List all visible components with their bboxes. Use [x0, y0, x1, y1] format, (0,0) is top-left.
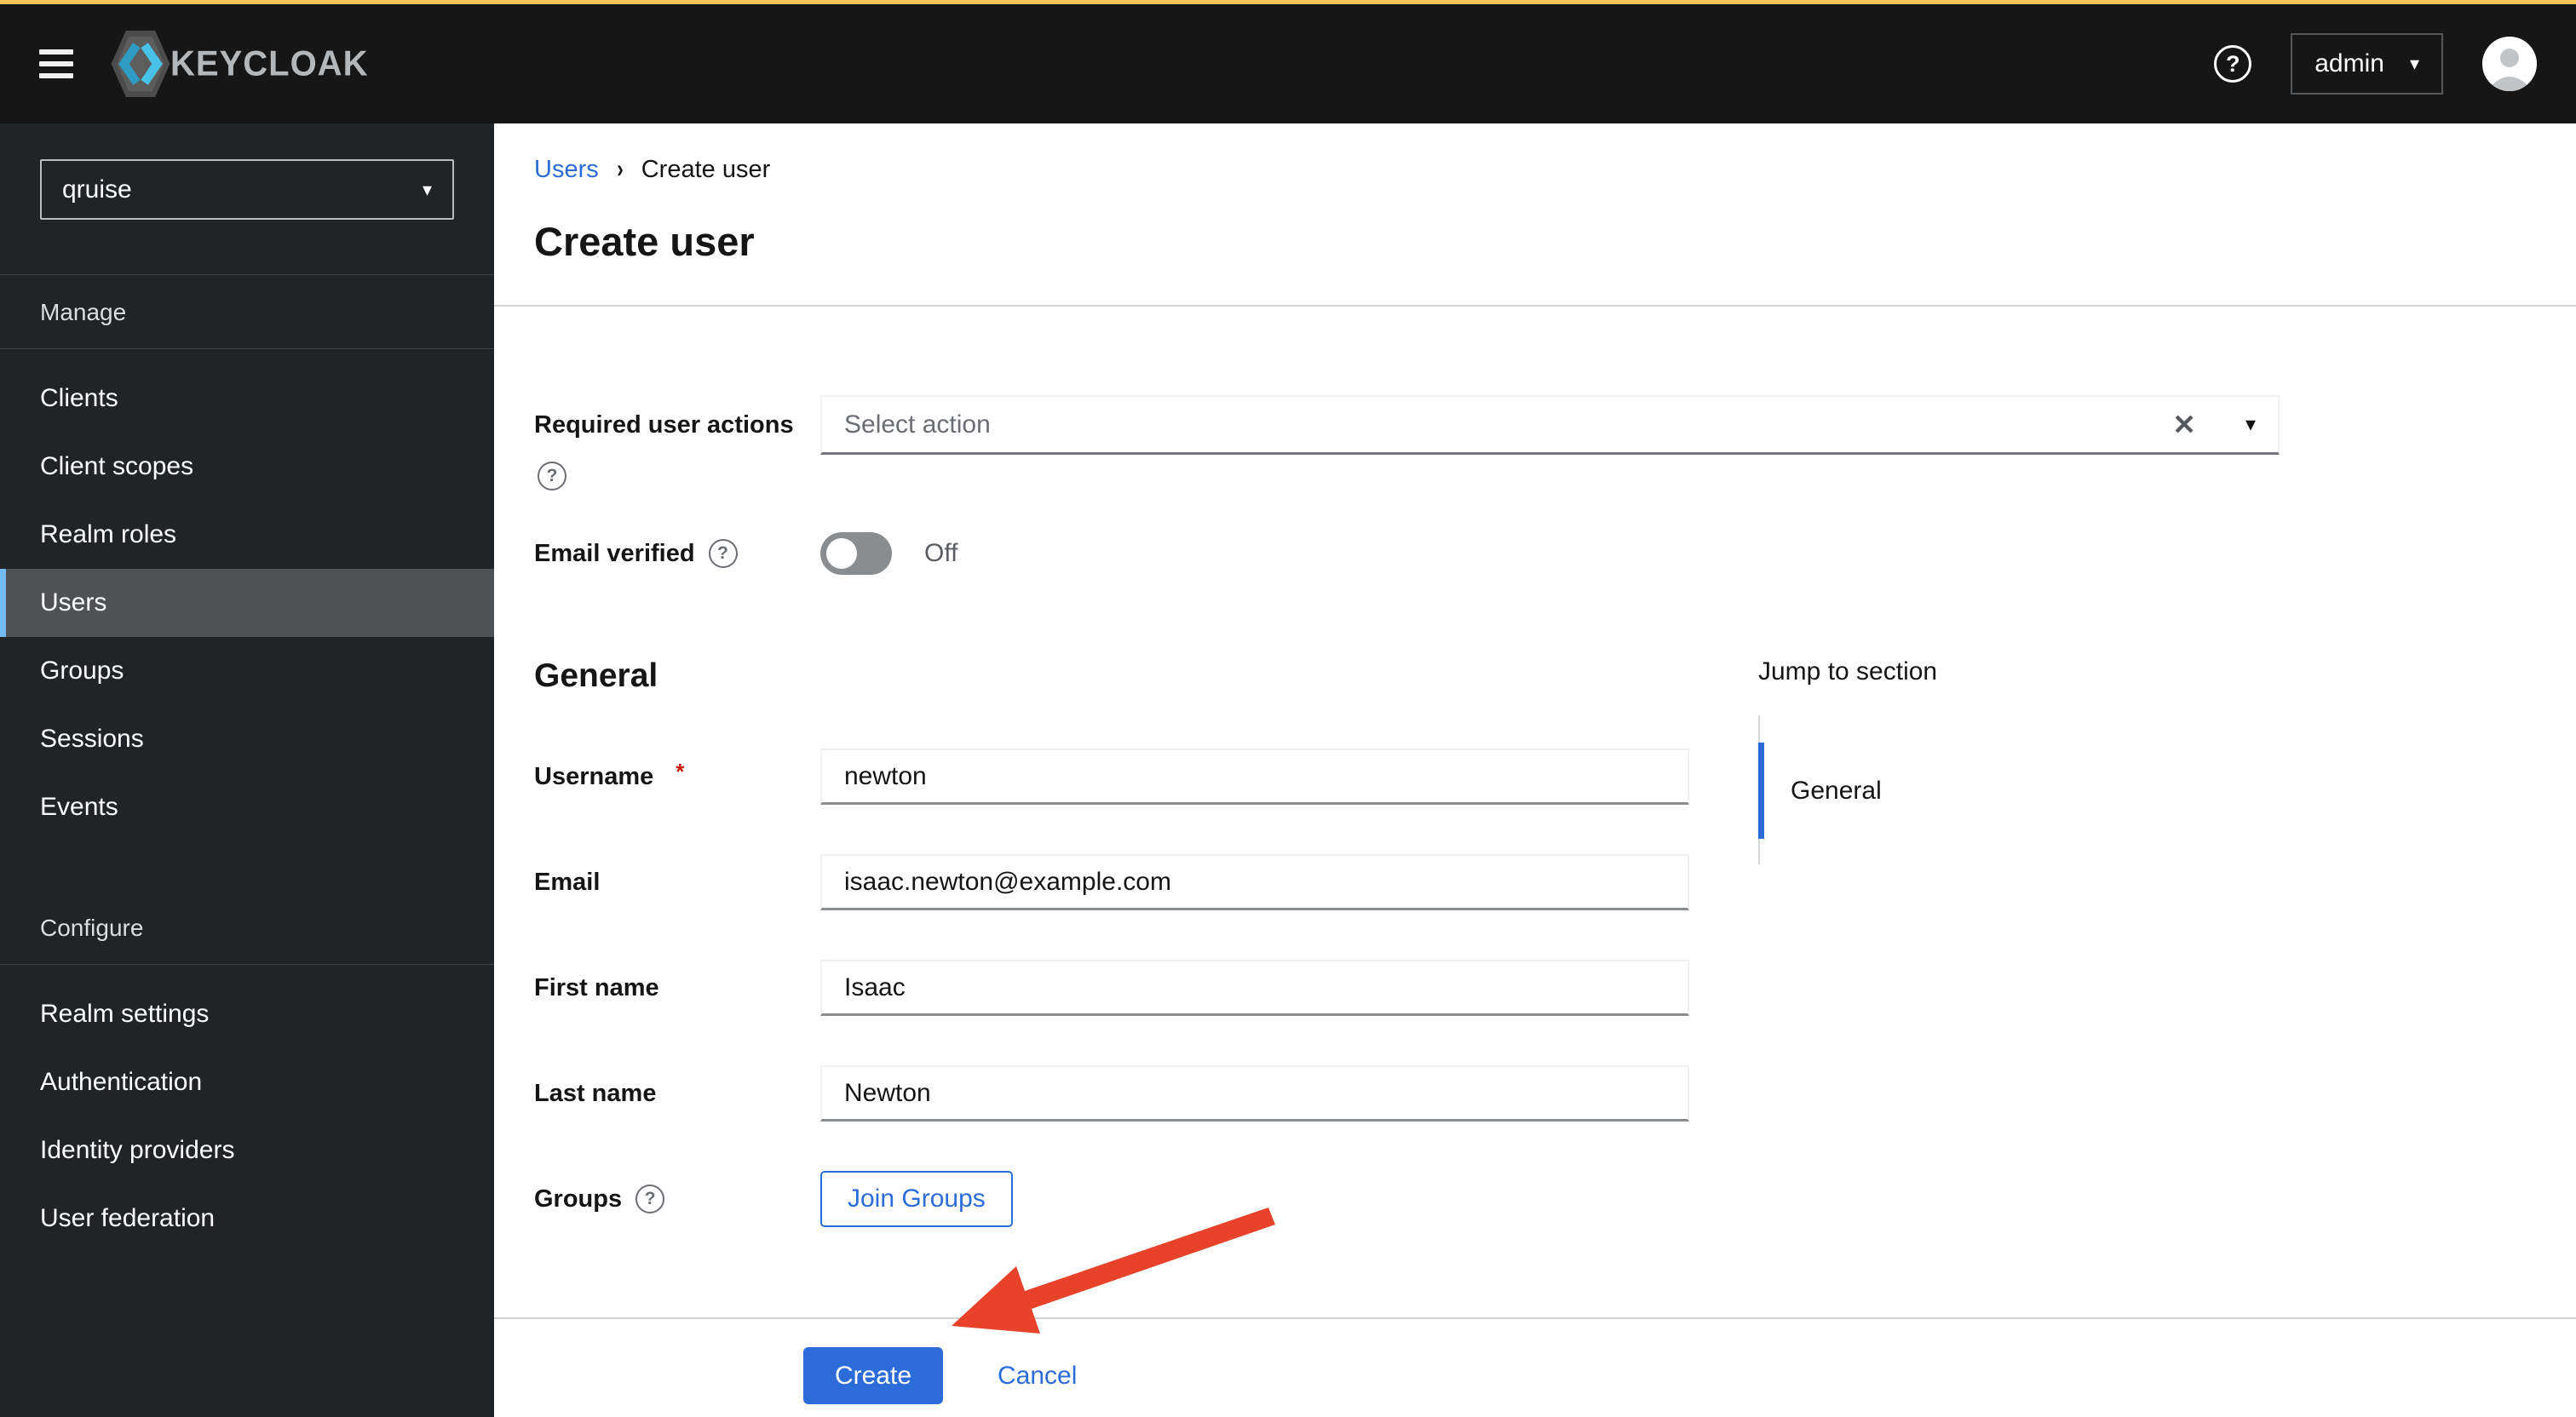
sidebar-item-client-scopes[interactable]: Client scopes [0, 433, 494, 501]
form-actions: Create Cancel [803, 1347, 2576, 1404]
brand-title: KEYCLOAK [170, 43, 369, 83]
breadcrumb: Users › Create user [534, 155, 2576, 184]
jump-item-general[interactable]: General [1758, 743, 1937, 839]
main-content: Users › Create user Create user Required… [494, 123, 2576, 1417]
first-name-label-block: First name [534, 960, 820, 1016]
title-divider [494, 305, 2576, 307]
username-input[interactable] [820, 749, 1689, 805]
email-verified-label: Email verified [534, 539, 695, 567]
nav-section-manage: Manage [40, 299, 127, 325]
join-groups-button[interactable]: Join Groups [820, 1171, 1013, 1227]
email-verified-toggle[interactable] [820, 532, 892, 575]
select-placeholder: Select action [844, 410, 991, 439]
email-input[interactable] [820, 854, 1689, 910]
actions-divider [494, 1317, 2576, 1319]
create-user-form: Required user actions ? Select action ✕ … [534, 395, 2576, 1227]
keycloak-logo: KEYCLOAK [111, 31, 368, 97]
last-name-input[interactable] [820, 1065, 1689, 1122]
cancel-link[interactable]: Cancel [998, 1362, 1077, 1391]
sidebar-item-user-federation[interactable]: User federation [0, 1185, 494, 1253]
sidebar-item-realm-roles[interactable]: Realm roles [0, 501, 494, 569]
chevron-down-icon[interactable]: ▾ [2245, 412, 2256, 437]
keycloak-admin-console: KEYCLOAK ? admin ▾ qruise ▾ Manage Clien… [0, 0, 2576, 1417]
groups-label-block: Groups ? [534, 1171, 820, 1227]
nav-manage-list: Clients Client scopes Realm roles Users … [0, 349, 494, 841]
sidebar-item-groups[interactable]: Groups [0, 637, 494, 705]
groups-row: Groups ? Join Groups [534, 1171, 2576, 1227]
keycloak-logo-icon [111, 31, 170, 97]
email-label-block: Email [534, 854, 820, 910]
jump-to-section-title: Jump to section [1758, 657, 1938, 686]
sidebar-item-sessions[interactable]: Sessions [0, 705, 494, 773]
last-name-label-block: Last name [534, 1065, 820, 1122]
first-name-label: First name [534, 973, 659, 1001]
sidebar: qruise ▾ Manage Clients Client scopes Re… [0, 123, 494, 1417]
breadcrumb-current: Create user [641, 155, 771, 183]
sidebar-item-users[interactable]: Users [0, 569, 494, 637]
user-dropdown-label: admin [2314, 49, 2384, 77]
chevron-down-icon: ▾ [422, 178, 432, 200]
required-user-actions-label-block: Required user actions ? [534, 395, 820, 490]
last-name-row: Last name [534, 1065, 2576, 1122]
chevron-right-icon: › [616, 155, 624, 183]
help-question-icon[interactable]: ? [635, 1185, 665, 1213]
help-icon[interactable]: ? [2214, 45, 2252, 83]
jump-to-section: Jump to section General [1758, 657, 1938, 864]
nav-configure-list: Realm settings Authentication Identity p… [0, 965, 494, 1253]
required-user-actions-row: Required user actions ? Select action ✕ … [534, 395, 2576, 490]
chevron-down-icon: ▾ [2409, 53, 2419, 74]
jump-to-section-list: General [1758, 715, 1937, 864]
groups-label: Groups [534, 1185, 623, 1213]
first-name-row: First name [534, 960, 2576, 1016]
email-verified-label-block: Email verified ? [534, 532, 820, 575]
email-verified-row: Email verified ? Off [534, 532, 2576, 575]
realm-selector[interactable]: qruise ▾ [40, 159, 454, 220]
email-label: Email [534, 868, 601, 896]
nav-section-configure: Configure [40, 915, 144, 941]
required-asterisk: * [676, 758, 685, 784]
username-label: Username [534, 762, 654, 790]
realm-selector-value: qruise [62, 175, 132, 204]
sidebar-item-identity-providers[interactable]: Identity providers [0, 1116, 494, 1185]
avatar[interactable] [2482, 37, 2537, 91]
sidebar-item-events[interactable]: Events [0, 773, 494, 841]
breadcrumb-users-link[interactable]: Users [534, 156, 599, 184]
hamburger-menu-icon[interactable] [39, 49, 73, 78]
clear-selection-icon[interactable]: ✕ [2172, 408, 2196, 441]
required-user-actions-label: Required user actions [534, 410, 794, 439]
help-question-icon[interactable]: ? [708, 539, 738, 568]
username-row: Username * [534, 749, 2576, 805]
sidebar-item-clients[interactable]: Clients [0, 364, 494, 433]
sidebar-item-authentication[interactable]: Authentication [0, 1048, 494, 1116]
help-question-icon[interactable]: ? [538, 462, 566, 490]
page-title: Create user [534, 219, 755, 264]
topbar-right-group: ? admin ▾ [2214, 33, 2537, 95]
toggle-state-text: Off [924, 539, 958, 567]
required-user-actions-select[interactable]: Select action ✕ ▾ [820, 395, 2280, 455]
username-label-block: Username * [534, 749, 820, 805]
last-name-label: Last name [534, 1079, 657, 1107]
top-bar: KEYCLOAK ? admin ▾ [0, 0, 2576, 123]
first-name-input[interactable] [820, 960, 1689, 1016]
create-button[interactable]: Create [803, 1347, 943, 1404]
email-row: Email [534, 854, 2576, 910]
email-verified-control: Off [820, 532, 957, 575]
toggle-knob [826, 538, 857, 569]
general-section-heading: General [534, 657, 658, 694]
sidebar-item-realm-settings[interactable]: Realm settings [0, 980, 494, 1048]
user-dropdown[interactable]: admin ▾ [2291, 33, 2443, 95]
